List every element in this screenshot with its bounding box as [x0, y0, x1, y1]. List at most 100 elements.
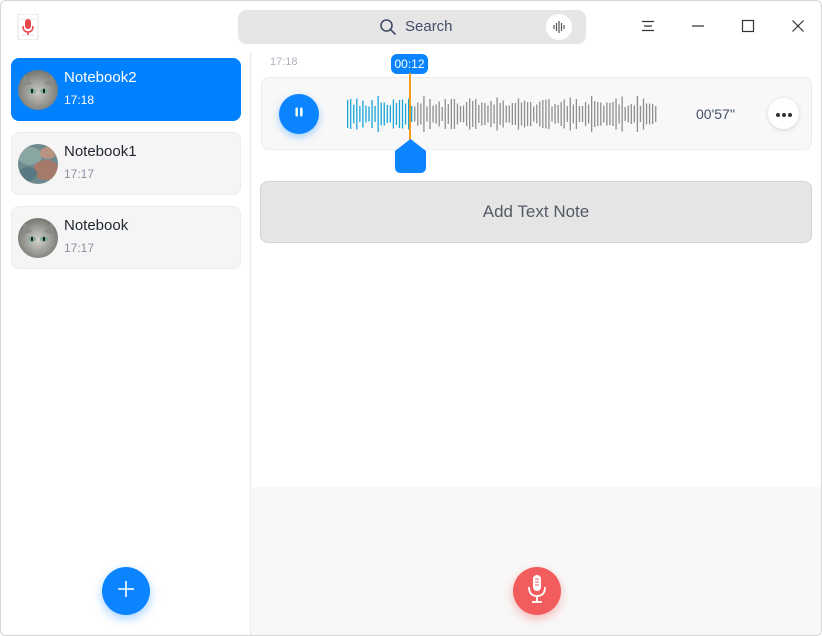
waveform-bar — [444, 99, 446, 129]
waveform-bar — [560, 102, 562, 126]
waveform-bar — [459, 106, 462, 122]
waveform-bar — [636, 96, 639, 132]
waveform-bar — [526, 102, 529, 126]
waveform[interactable] — [346, 96, 658, 132]
search-input[interactable]: Search — [405, 18, 453, 36]
record-button[interactable] — [513, 567, 561, 615]
waveform-bar — [566, 106, 568, 122]
waveform-bar — [438, 101, 440, 127]
waveform-bar — [441, 107, 443, 121]
waveform-bar — [581, 106, 584, 122]
waveform-bar — [627, 105, 629, 123]
waveform-bar — [368, 106, 370, 122]
waveform-bar — [600, 102, 602, 126]
waveform-bar — [584, 102, 587, 126]
add-text-note-button[interactable]: Add Text Note — [260, 181, 812, 243]
waveform-bar — [609, 103, 611, 125]
waveform-bar — [536, 104, 538, 124]
close-icon[interactable] — [785, 13, 811, 39]
waveform-bar — [383, 102, 385, 126]
voice-recording-card: 00'57'' — [261, 77, 812, 150]
sidebar-item-notebook1[interactable]: Notebook1 17:17 — [11, 132, 241, 195]
waveform-bar — [417, 102, 419, 126]
waveform-bar — [465, 102, 468, 126]
cat-avatar — [18, 70, 58, 110]
waveform-bar — [545, 99, 547, 129]
minimize-icon[interactable] — [685, 13, 711, 39]
waveform-bar — [404, 103, 407, 125]
waveform-bar — [377, 96, 379, 132]
waveform-bar — [639, 106, 642, 122]
waveform-bar — [423, 96, 425, 132]
waveform-bar — [481, 102, 483, 126]
add-notebook-button[interactable] — [102, 567, 150, 615]
waveform-bar — [575, 99, 578, 129]
waveform-bar — [530, 102, 532, 126]
waveform-bar — [356, 98, 358, 130]
note-title: Notebook1 — [64, 143, 137, 160]
voice-notes-app-icon — [16, 13, 40, 41]
waveform-bar — [655, 106, 657, 122]
waveform-bar — [621, 96, 623, 132]
waveform-bar — [496, 97, 498, 131]
waveform-bar — [450, 99, 452, 129]
hamburger-menu-icon[interactable] — [635, 13, 661, 39]
sidebar-item-notebook2[interactable]: Notebook2 17:18 — [11, 58, 241, 121]
waveform-bar — [542, 100, 544, 128]
waveform-bar — [603, 105, 605, 123]
waveform-bar — [420, 103, 422, 125]
waveform-bar — [499, 103, 501, 125]
waveform-bar — [371, 100, 373, 128]
cat-avatar — [18, 218, 58, 258]
waveform-bar — [386, 105, 388, 123]
recording-time: 17:18 — [270, 56, 298, 68]
search-bar[interactable]: Search — [238, 10, 586, 44]
pause-icon — [293, 105, 305, 123]
waveform-bar — [630, 104, 632, 124]
waveform-bar — [511, 103, 513, 125]
waveform-bar — [493, 104, 495, 124]
waveform-bar — [563, 99, 565, 129]
maximize-icon[interactable] — [735, 13, 761, 39]
waveform-bar — [517, 98, 520, 130]
waveform-bar — [475, 99, 477, 129]
waveform-bar — [380, 102, 382, 126]
waveform-bar — [462, 105, 465, 123]
waveform-bar — [502, 100, 504, 128]
note-title: Notebook2 — [64, 69, 137, 86]
waveform-bar — [478, 105, 480, 123]
waveform-bar — [350, 99, 352, 129]
note-title: Notebook — [64, 217, 129, 234]
waveform-bar — [398, 100, 401, 128]
waveform-bar — [362, 100, 364, 128]
more-options-button[interactable] — [768, 98, 799, 129]
waveform-bar — [539, 101, 541, 127]
waveform-bar — [484, 103, 486, 125]
waveform-bar — [374, 106, 376, 122]
waveform-bar — [508, 105, 510, 123]
waveform-bar — [456, 103, 459, 125]
waveform-bar — [447, 104, 449, 124]
sidebar-item-notebook[interactable]: Notebook 17:17 — [11, 206, 241, 269]
waveform-bar — [426, 106, 428, 122]
waveform-bar — [533, 106, 535, 122]
waveform-bar — [554, 104, 556, 124]
waveform-bar — [557, 105, 559, 123]
note-time: 17:17 — [64, 241, 95, 255]
waveform-bar — [429, 99, 431, 129]
waveform-bar — [587, 104, 590, 124]
waveform-bar — [648, 103, 651, 125]
waveform-bar — [414, 106, 416, 122]
waveform-bar — [578, 106, 581, 122]
mineral-avatar — [18, 144, 58, 184]
waveform-bar — [505, 105, 507, 123]
recording-duration: 00'57'' — [696, 106, 736, 122]
waveform-bar — [472, 101, 474, 127]
title-bar: Search — [1, 1, 821, 53]
waveform-bar — [487, 105, 489, 123]
waveform-bar — [514, 103, 517, 125]
waveform-bar — [353, 104, 355, 124]
voice-input-icon[interactable] — [546, 14, 572, 40]
waveform-bar — [435, 104, 437, 124]
pause-button[interactable] — [279, 94, 319, 134]
